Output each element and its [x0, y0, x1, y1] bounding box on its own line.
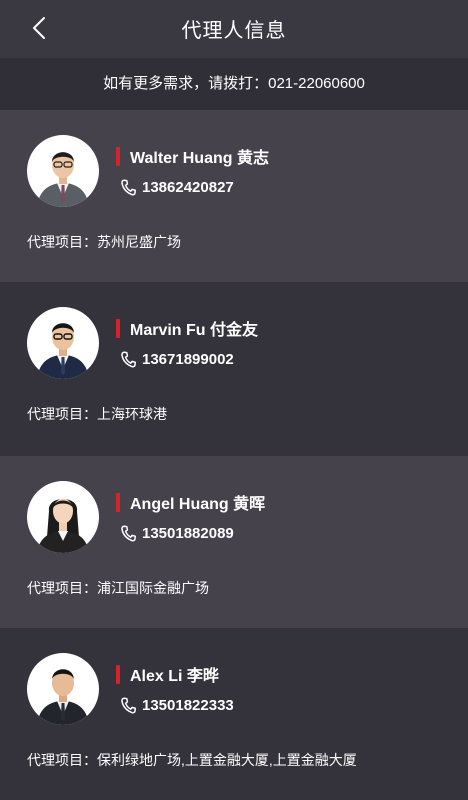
agent-name: Angel Huang 黄晖 [130, 496, 266, 513]
page-title: 代理人信息 [181, 20, 287, 42]
agent-phone: 13671899002 [142, 350, 234, 368]
agent-name-row: Marvin Fu 付金友 [116, 318, 259, 339]
accent-bar [116, 664, 120, 684]
agent-name: Walter Huang 黄志 [130, 150, 269, 167]
agent-name-row: Walter Huang 黄志 [116, 146, 269, 167]
agent-project: 代理项目：保利绿地广场,上置金融大厦,上置金融大厦 [27, 752, 357, 768]
accent-bar [116, 146, 120, 166]
agent-phone: 13501822333 [142, 696, 234, 714]
agent-name-row: Angel Huang 黄晖 [116, 492, 266, 513]
avatar [27, 481, 99, 553]
avatar [27, 135, 99, 207]
avatar [27, 307, 99, 379]
agent-project: 代理项目：苏州尼盛广场 [27, 234, 181, 250]
agent-project: 代理项目：上海环球港 [27, 406, 167, 422]
accent-bar [116, 492, 120, 512]
accent-bar [116, 318, 120, 338]
agent-phone: 13501882089 [142, 524, 234, 542]
avatar [27, 653, 99, 725]
phone-icon [121, 350, 136, 367]
agent-name: Marvin Fu 付金友 [130, 322, 259, 339]
contact-notice[interactable]: 如有更多需求，请拨打：021-22060600 [0, 58, 468, 110]
agent-phone-row[interactable]: 13501822333 [121, 695, 234, 715]
agent-project: 代理项目：浦江国际金融广场 [27, 580, 209, 596]
agent-card[interactable]: Alex Li 李晔 13501822333 代理项目：保利绿地广场,上置金融大… [0, 628, 468, 800]
phone-icon [121, 178, 136, 195]
agent-name: Alex Li 李晔 [130, 668, 219, 685]
agent-card[interactable]: Walter Huang 黄志 13862420827 代理项目：苏州尼盛广场 [0, 110, 468, 282]
agent-phone-row[interactable]: 13862420827 [121, 177, 234, 197]
agent-phone-row[interactable]: 13501882089 [121, 523, 234, 543]
phone-icon [121, 524, 136, 541]
agent-card[interactable]: Marvin Fu 付金友 13671899002 代理项目：上海环球港 [0, 282, 468, 456]
agent-card[interactable]: Angel Huang 黄晖 13501882089 代理项目：浦江国际金融广场 [0, 456, 468, 628]
agent-phone: 13862420827 [142, 178, 234, 196]
agent-name-row: Alex Li 李晔 [116, 664, 219, 685]
phone-icon [121, 696, 136, 713]
app-header: 代理人信息 [0, 0, 468, 56]
agent-phone-row[interactable]: 13671899002 [121, 349, 234, 369]
